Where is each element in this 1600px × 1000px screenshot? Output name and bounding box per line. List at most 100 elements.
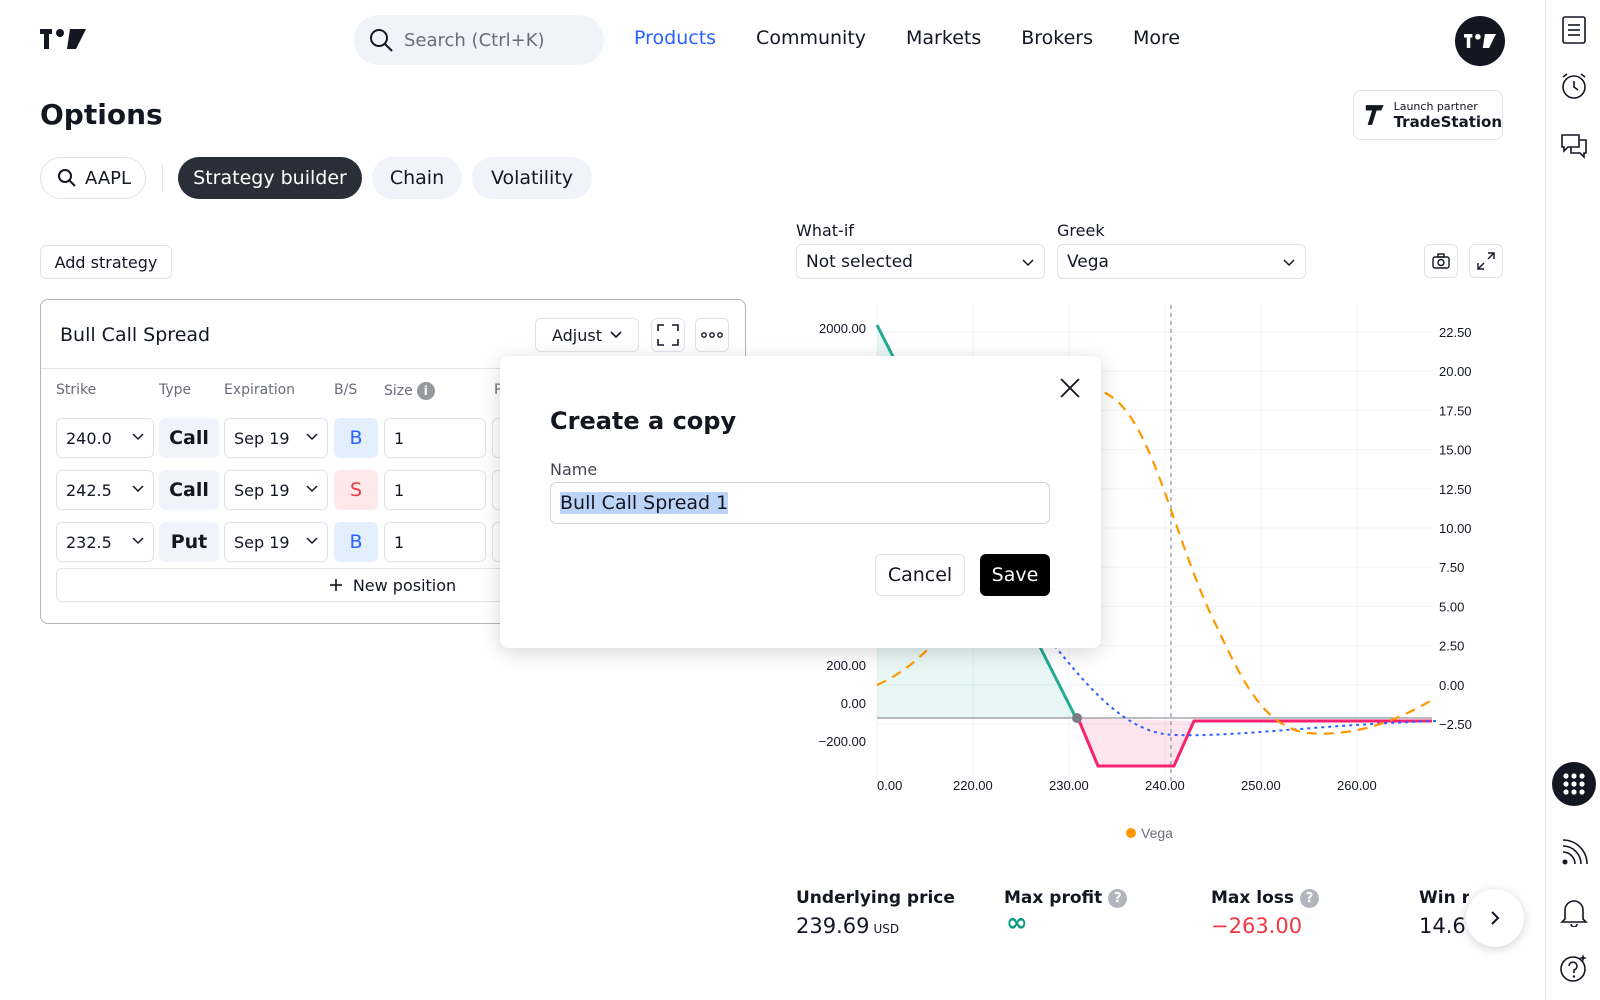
x-axis: 0.00 220.00 230.00 240.00 250.00 260.00: [877, 778, 1377, 793]
watchlist-icon[interactable]: [1558, 14, 1590, 46]
close-icon[interactable]: [1056, 374, 1084, 402]
alarm-icon[interactable]: [1558, 70, 1590, 102]
whatif-value: Not selected: [806, 251, 913, 272]
scroll-right-button[interactable]: [1466, 889, 1524, 947]
adjust-dropdown[interactable]: Adjust: [535, 318, 639, 352]
buy-sell-toggle[interactable]: B: [334, 522, 378, 562]
currency-label: USD: [873, 922, 900, 936]
tradingview-logo[interactable]: [40, 28, 86, 50]
nav-more[interactable]: More: [1133, 27, 1180, 49]
new-position-label: New position: [352, 575, 457, 595]
x-tick-label: 0.00: [877, 778, 902, 793]
size-input[interactable]: 1: [384, 522, 486, 562]
x-tick-label: 260.00: [1337, 778, 1377, 793]
fullscreen-icon[interactable]: [1469, 244, 1503, 278]
y-right-tick-label: 2.50: [1439, 639, 1464, 654]
feed-icon[interactable]: [1558, 837, 1590, 869]
y-right-tick-label: 20.00: [1439, 364, 1472, 379]
type-toggle[interactable]: Call: [159, 470, 219, 510]
expiration-select[interactable]: Sep 19: [224, 418, 328, 458]
expiration-select[interactable]: Sep 19: [224, 470, 328, 510]
nav-brokers[interactable]: Brokers: [1021, 27, 1093, 49]
type-toggle[interactable]: Call: [159, 418, 219, 458]
max-loss-text: Max loss: [1211, 888, 1295, 908]
column-header-type: Type: [159, 382, 192, 398]
y-right-tick-label: 5.00: [1439, 599, 1464, 614]
breakeven-point[interactable]: [1072, 713, 1082, 723]
strike-select[interactable]: 240.0: [56, 418, 154, 458]
y-right-tick-label: −2.50: [1439, 717, 1472, 732]
size-value: 1: [394, 532, 405, 552]
help-icon[interactable]: ?: [1108, 888, 1128, 908]
chevron-down-icon: [306, 485, 318, 493]
size-input[interactable]: 1: [384, 418, 486, 458]
buy-sell-toggle[interactable]: S: [334, 470, 378, 510]
chevron-down-icon: [132, 537, 144, 545]
x-tick-label: 240.00: [1145, 778, 1185, 793]
chevron-right-icon: [1491, 911, 1500, 925]
save-button[interactable]: Save: [980, 554, 1050, 596]
nav-products[interactable]: Products: [634, 27, 716, 49]
expiration-select[interactable]: Sep 19: [224, 522, 328, 562]
search-icon: [58, 169, 76, 187]
y-right-tick-label: 17.50: [1439, 403, 1472, 418]
tab-strategy-builder[interactable]: Strategy builder: [178, 157, 362, 199]
greek-select[interactable]: Vega: [1057, 244, 1306, 279]
chevron-down-icon: [132, 485, 144, 493]
cancel-button[interactable]: Cancel: [875, 554, 965, 596]
legend-vega-dot: [1126, 828, 1136, 838]
nav-community[interactable]: Community: [756, 27, 866, 49]
search-input[interactable]: Search (Ctrl+K): [354, 15, 604, 65]
column-header-strike: Strike: [56, 382, 97, 398]
underlying-price-label: Underlying price: [796, 888, 955, 908]
more-options-icon[interactable]: [695, 318, 729, 352]
create-copy-dialog: Create a copy Name Bull Call Spread 1 Ca…: [500, 356, 1101, 648]
plus-icon: [329, 579, 342, 591]
notifications-bell-icon[interactable]: [1558, 896, 1590, 928]
strike-value: 240.0: [66, 428, 112, 448]
chevron-down-icon: [132, 433, 144, 441]
name-field[interactable]: Bull Call Spread 1: [550, 482, 1050, 524]
avatar[interactable]: [1455, 16, 1505, 66]
y-right-tick-label: 22.50: [1439, 325, 1472, 340]
add-strategy-button[interactable]: Add strategy: [40, 245, 172, 279]
y-left-tick-label: 2000.00: [819, 321, 866, 336]
expand-icon[interactable]: [651, 318, 685, 352]
tab-chain[interactable]: Chain: [372, 157, 462, 199]
chevron-down-icon: [610, 331, 622, 339]
win-rate-label: Win ra: [1419, 888, 1469, 908]
y-left-tick-label: 200.00: [826, 658, 866, 673]
y-right-tick-label: 0.00: [1439, 678, 1464, 693]
info-icon[interactable]: i: [416, 382, 435, 400]
strike-select[interactable]: 232.5: [56, 522, 154, 562]
size-value: 1: [394, 480, 405, 500]
column-header-expiration: Expiration: [224, 382, 296, 398]
whatif-label: What-if: [796, 221, 854, 240]
whatif-select[interactable]: Not selected: [796, 244, 1045, 279]
underlying-price-number: 239.69: [796, 914, 870, 938]
buy-sell-toggle[interactable]: B: [334, 418, 378, 458]
max-profit-label: Max profit?: [1004, 888, 1128, 908]
y-right-tick-label: 12.50: [1439, 482, 1472, 497]
nav-markets[interactable]: Markets: [906, 27, 981, 49]
right-toolbar: [1545, 0, 1600, 1000]
greek-value: Vega: [1067, 251, 1109, 272]
camera-icon[interactable]: [1424, 244, 1458, 278]
strike-select[interactable]: 242.5: [56, 470, 154, 510]
expiration-value: Sep 19: [234, 532, 290, 552]
help-icon[interactable]: ?: [1300, 888, 1320, 908]
tab-volatility[interactable]: Volatility: [472, 157, 592, 199]
type-toggle[interactable]: Put: [159, 522, 219, 562]
help-icon[interactable]: [1558, 952, 1590, 984]
name-field-label: Name: [550, 460, 598, 479]
tradestation-logo-icon: [1365, 105, 1384, 125]
greek-label: Greek: [1057, 221, 1105, 240]
chat-icon[interactable]: [1558, 130, 1590, 162]
legend-vega-label: Vega: [1141, 825, 1173, 841]
main-nav: Products Community Markets Brokers More: [634, 27, 1180, 49]
symbol-search-pill[interactable]: AAPL: [40, 157, 146, 199]
size-input[interactable]: 1: [384, 470, 486, 510]
apps-grid-icon[interactable]: [1552, 762, 1596, 806]
y-left-tick-label: −200.00: [819, 734, 866, 749]
launch-partner-badge[interactable]: Launch partner TradeStation: [1353, 90, 1503, 140]
